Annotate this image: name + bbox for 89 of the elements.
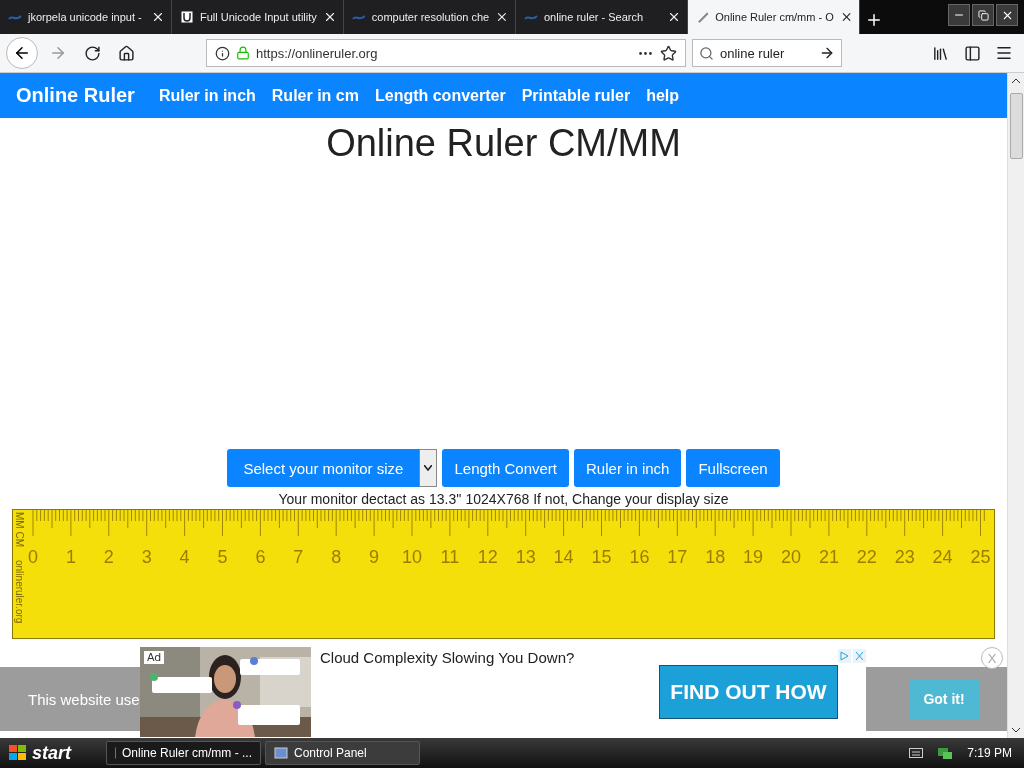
got-it-button[interactable]: Got it! [909, 679, 979, 719]
ruler-number: 18 [705, 547, 726, 568]
new-tab-icon[interactable] [865, 11, 883, 29]
find-out-button[interactable]: FIND OUT HOW [659, 665, 838, 719]
network-icon[interactable] [937, 746, 954, 760]
ruler-number: 13 [515, 547, 536, 568]
page-heading: Online Ruler CM/MM [325, 122, 682, 165]
ruler-number: 20 [781, 547, 801, 568]
ruler-number: 5 [217, 547, 228, 568]
back-button[interactable] [6, 37, 38, 69]
sidebar-icon[interactable] [963, 44, 981, 62]
close-icon[interactable] [667, 10, 681, 24]
unit-label: MM CM [14, 512, 25, 547]
ruler-number: 6 [255, 547, 266, 568]
close-icon[interactable] [495, 10, 509, 24]
back-icon [13, 44, 31, 62]
browser-tab[interactable]: Full Unicode Input utility [172, 0, 344, 34]
ruler-number: 11 [440, 547, 460, 568]
restore-icon [977, 9, 989, 21]
restore-button[interactable] [972, 4, 994, 26]
ruler-number: 22 [856, 547, 877, 568]
nav-link[interactable]: Length converter [374, 86, 506, 105]
cookie-text: This website use [28, 690, 140, 708]
ruler-number: 21 [818, 547, 839, 568]
forward-icon[interactable] [49, 44, 67, 62]
library-icon[interactable] [931, 44, 949, 62]
ruler-number: 14 [553, 547, 574, 568]
ruler-number: 24 [932, 547, 953, 568]
menu-icon[interactable] [995, 44, 1013, 62]
browser-tab[interactable]: computer resolution che [344, 0, 516, 34]
ad-choices-icon[interactable] [838, 649, 866, 663]
ad-close-button[interactable]: X [981, 647, 1003, 669]
lock-icon [236, 46, 250, 60]
ruler-number: 9 [369, 547, 380, 568]
ad-headline: Cloud Complexity Slowing You Down? [320, 649, 575, 668]
ruler-number: 16 [629, 547, 650, 568]
home-icon[interactable] [117, 44, 135, 62]
close-button[interactable] [996, 4, 1018, 26]
ruler-number: 17 [667, 547, 688, 568]
search-field[interactable]: online ruler [692, 39, 842, 67]
ruler-number: 25 [970, 547, 991, 568]
browser-tab[interactable]: online ruler - Search [516, 0, 688, 34]
ruler-number: 19 [743, 547, 764, 568]
browser-tab[interactable]: Online Ruler cm/mm - O [688, 0, 860, 34]
site-brand[interactable]: Online Ruler [16, 84, 135, 107]
nav-link[interactable]: help [646, 86, 679, 105]
ruler-number: 10 [402, 547, 422, 568]
ruler-number: 2 [103, 547, 114, 568]
taskbar-task[interactable]: Online Ruler cm/mm - ... [106, 741, 261, 765]
keyboard-icon[interactable] [909, 748, 924, 758]
info-icon[interactable] [215, 45, 230, 61]
taskbar-task[interactable]: Control Panel [265, 741, 420, 765]
u-icon [180, 10, 194, 24]
browser-tab[interactable]: jkorpela unicode input - [0, 0, 172, 34]
close-icon[interactable] [151, 10, 165, 24]
nav-link[interactable]: Ruler in inch [158, 86, 256, 105]
ruler-number: 8 [331, 547, 342, 568]
site-label: onlineruler.org [14, 560, 25, 624]
monitor-note: Your monitor dectact as 13.3'' 1024X768 If not, Change your display size [277, 491, 730, 507]
ruler-number: 3 [141, 547, 152, 568]
nav-link[interactable]: Ruler in cm [271, 86, 359, 105]
url-text: https://onlineruler.org [256, 45, 379, 61]
ruler-number: 7 [293, 547, 304, 568]
bookmark-star-icon[interactable] [660, 44, 677, 62]
search-icon [699, 45, 714, 61]
clock: 7:19 PM [967, 746, 1012, 760]
ruler-number: 12 [477, 547, 498, 568]
caret-icon [424, 465, 433, 471]
minimize-button[interactable] [948, 4, 970, 26]
start-button[interactable]: start [0, 738, 92, 768]
ruler-number: 0 [28, 547, 38, 568]
nav-button[interactable]: Fullscreen [686, 449, 780, 487]
ruler-number: 4 [179, 547, 190, 568]
windows-logo-icon [8, 744, 28, 762]
ruler-number: 23 [894, 547, 915, 568]
ruler-icon [696, 10, 710, 24]
ruler-number: 15 [591, 547, 612, 568]
nav-button[interactable]: Ruler in inch [574, 449, 682, 487]
monitor-size-select[interactable]: Select your monitor size [227, 449, 438, 487]
scroll-thumb[interactable] [1009, 93, 1023, 159]
ruler-number: 1 [65, 547, 76, 568]
nav-link[interactable]: Printable ruler [521, 86, 631, 105]
reload-icon[interactable] [83, 44, 101, 62]
close-icon[interactable] [323, 10, 337, 24]
go-icon[interactable] [819, 45, 835, 61]
scrollbar[interactable] [1007, 73, 1024, 738]
address-field[interactable]: https://onlineruler.org [206, 39, 686, 67]
ad-badge: Ad [144, 651, 165, 664]
nav-button[interactable]: Length Convert [442, 449, 570, 487]
